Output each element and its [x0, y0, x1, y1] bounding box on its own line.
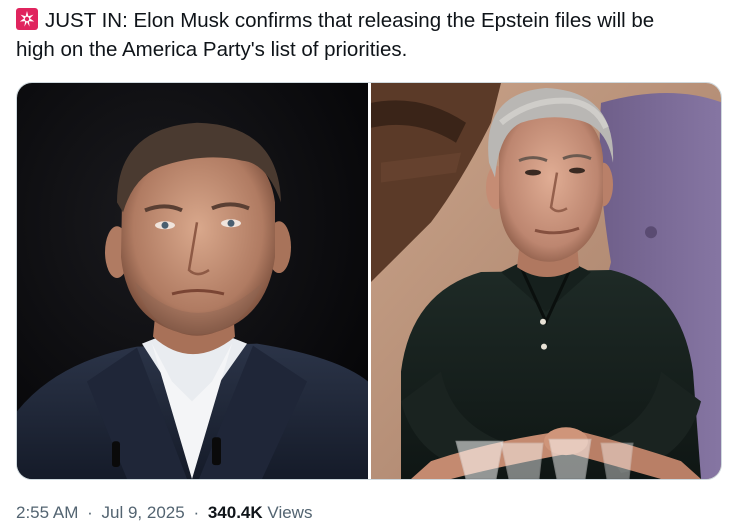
meta-separator: · [87, 503, 93, 522]
meta-separator: · [193, 503, 200, 522]
rotating-light-siren-icon [16, 8, 38, 30]
views-label: Views [267, 503, 313, 522]
tweet-date-link[interactable]: Jul 9, 2025 [102, 503, 185, 522]
jeffrey-epstein-photo[interactable] [371, 83, 721, 479]
views-count: 340.4K [207, 503, 263, 522]
tweet-text-line-1: JUST IN: Elon Musk confirms that releasi… [45, 9, 655, 32]
tweet-text-line-2: high on the America Party's list of prio… [16, 38, 408, 61]
tweet-media-grid[interactable] [16, 82, 722, 480]
elon-musk-photo[interactable] [17, 83, 368, 479]
tweet-time-link[interactable]: 2:55 AM [16, 503, 78, 522]
tweet-text: JUST IN: Elon Musk confirms that releasi… [16, 6, 716, 64]
tweet-meta: 2:55 AM · Jul 9, 2025 · 340.4K Views [16, 500, 312, 526]
